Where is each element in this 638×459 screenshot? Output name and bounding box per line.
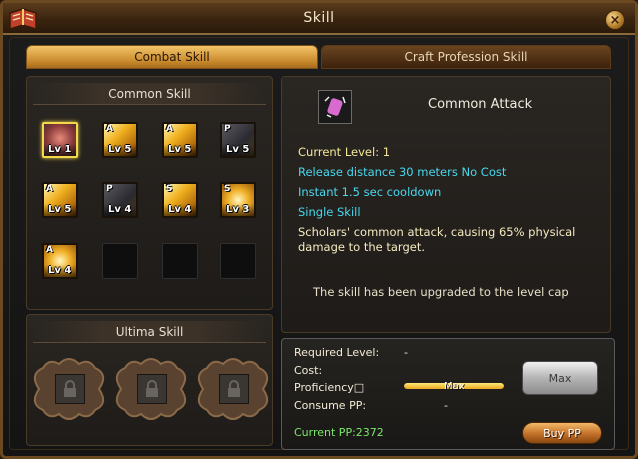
skill-level: Lv 5 (168, 144, 192, 155)
skill-slot[interactable]: P Lv 4 (102, 182, 138, 218)
tab-craft-profession-skill[interactable]: Craft Profession Skill (321, 45, 611, 69)
skill-slot[interactable]: A Lv 5 (102, 122, 138, 158)
skill-slot[interactable]: S Lv 4 (162, 182, 198, 218)
skill-description-line-2: damage to the target. (298, 240, 425, 254)
skill-slot[interactable]: A Lv 5 (42, 182, 78, 218)
ultima-skill-slot[interactable] (33, 358, 105, 420)
skill-level: Lv 1 (48, 144, 72, 155)
current-level: Current Level: 1 (298, 145, 391, 159)
max-button[interactable]: Max (522, 361, 598, 395)
skill-name: Common Attack (428, 97, 533, 112)
empty-skill-slot (162, 243, 198, 279)
proficiency-label: Proficiency□ (294, 381, 365, 394)
buy-pp-button[interactable]: Buy PP (522, 422, 602, 444)
skill-type-letter: A (46, 184, 53, 194)
empty-skill-slot (220, 243, 256, 279)
ultima-skill-slot[interactable] (115, 358, 187, 420)
window-title: Skill (303, 10, 335, 26)
empty-skill-slot (102, 243, 138, 279)
required-level-label: Required Level: (294, 346, 380, 359)
skill-type-letter: S (224, 184, 231, 194)
skill-level: Lv 4 (168, 204, 192, 215)
proficiency-max-text: Max (444, 381, 465, 392)
skill-type-letter: P (106, 184, 113, 194)
skill-level: Lv 5 (48, 204, 72, 215)
cooldown-text: Instant 1.5 sec cooldown (298, 185, 442, 199)
lock-icon (137, 374, 167, 404)
book-logo-icon (9, 8, 37, 31)
ultima-skill-slot[interactable] (197, 358, 269, 420)
title-bar[interactable]: Skill × (3, 3, 635, 35)
consume-pp-value: - (444, 399, 448, 412)
skill-type-letter: P (224, 124, 231, 134)
lock-icon (55, 374, 85, 404)
skill-type-letter: A (166, 124, 173, 134)
skill-target-type: Single Skill (298, 205, 361, 219)
close-icon: × (609, 12, 621, 28)
skill-type-letter: A (106, 124, 113, 134)
required-level-value: - (404, 346, 408, 359)
skill-slot-common-attack[interactable]: Lv 1 (42, 122, 78, 158)
ultima-skill-header: Ultima Skill (33, 321, 266, 343)
common-skill-header: Common Skill (33, 83, 266, 105)
skill-slot[interactable]: P Lv 5 (220, 122, 256, 158)
common-attack-icon (318, 90, 352, 124)
skill-description-line-1: Scholars' common attack, causing 65% phy… (298, 225, 576, 239)
current-pp: Current PP:2372 (294, 426, 384, 439)
skill-slot[interactable]: A Lv 4 (42, 243, 78, 279)
skill-type-letter: S (166, 184, 173, 194)
close-button[interactable]: × (605, 10, 625, 30)
level-cap-notice: The skill has been upgraded to the level… (313, 285, 569, 299)
skill-level: Lv 4 (48, 265, 72, 276)
skill-slot[interactable]: A Lv 5 (162, 122, 198, 158)
skill-slot[interactable]: S Lv 3 (220, 182, 256, 218)
skill-level: Lv 4 (108, 204, 132, 215)
lock-icon (219, 374, 249, 404)
tab-combat-skill[interactable]: Combat Skill (26, 45, 318, 69)
release-distance: Release distance 30 meters No Cost (298, 165, 507, 179)
skill-level: Lv 5 (108, 144, 132, 155)
cost-label: Cost: (294, 364, 323, 377)
skill-level: Lv 5 (226, 144, 250, 155)
skill-level: Lv 3 (226, 204, 250, 215)
skill-type-letter: A (46, 245, 53, 255)
consume-pp-label: Consume PP: (294, 399, 367, 412)
